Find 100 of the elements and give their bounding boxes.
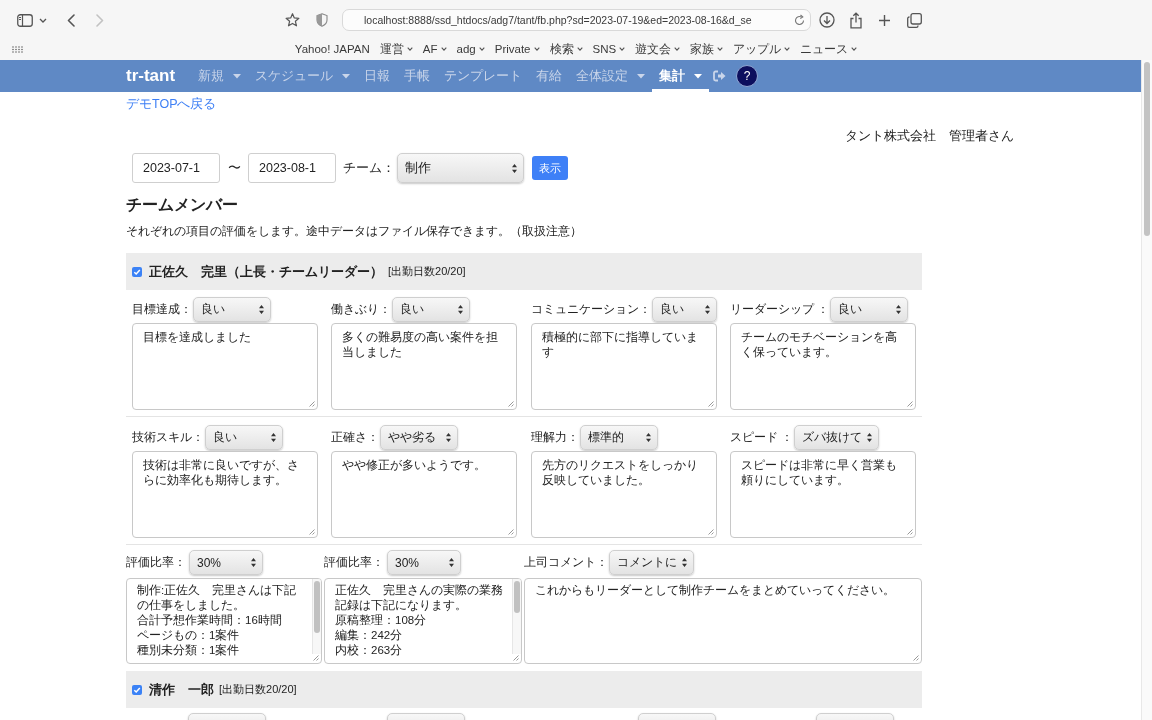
rating-select[interactable]: 良い — [392, 297, 471, 322]
comment-field[interactable]: やや修正が多いようです。 — [331, 451, 518, 538]
comment-select[interactable]: コメントに — [609, 550, 694, 575]
star-icon[interactable] — [285, 13, 300, 27]
caret-icon[interactable] — [342, 73, 351, 79]
chevron-down-icon[interactable] — [784, 47, 791, 51]
scrollbar[interactable] — [512, 579, 521, 654]
chevron-down-icon[interactable] — [478, 47, 485, 51]
chevron-down-icon[interactable] — [39, 17, 47, 23]
chevron-down-icon[interactable] — [674, 47, 681, 51]
apps-grid-icon[interactable] — [12, 45, 23, 53]
updown-arrows-icon[interactable] — [251, 558, 256, 567]
updown-arrows-icon[interactable] — [896, 305, 902, 314]
bookmark-item[interactable]: Yahoo! JAPAN — [294, 43, 370, 55]
bookmark-item[interactable]: ニュース — [800, 41, 858, 57]
resize-grip-icon[interactable] — [308, 528, 315, 535]
rating-select[interactable]: ズバ抜けて — [794, 425, 880, 450]
chevron-down-icon[interactable] — [619, 47, 626, 51]
updown-arrows-icon[interactable] — [271, 433, 276, 442]
bookmark-item[interactable]: 家族 — [690, 41, 724, 57]
updown-arrows-icon[interactable] — [867, 433, 873, 442]
sidebar-icon[interactable] — [17, 13, 33, 27]
scrollbar[interactable] — [312, 579, 321, 654]
bookmark-item[interactable]: 遊文会 — [635, 41, 681, 57]
resize-grip-icon[interactable] — [512, 654, 519, 661]
reload-icon[interactable] — [794, 14, 805, 26]
chevron-down-icon[interactable] — [717, 47, 724, 51]
show-button[interactable]: 表示 — [532, 156, 568, 180]
rating-select[interactable]: 良い — [830, 297, 909, 322]
share-icon[interactable] — [849, 11, 863, 29]
updown-arrows-icon[interactable] — [512, 163, 517, 173]
updown-arrows-icon[interactable] — [682, 558, 687, 567]
back-icon[interactable] — [67, 13, 75, 27]
scrollbar-thumb[interactable] — [514, 581, 520, 613]
bookmark-item[interactable]: AF — [422, 43, 447, 55]
bookmark-item[interactable]: adg — [456, 43, 485, 55]
updown-arrows-icon[interactable] — [645, 433, 651, 442]
updown-arrows-icon[interactable] — [446, 433, 452, 442]
note-field[interactable]: 正佐久 完里さんの実際の業務記録は下記になります。 原稿整理：108分 編集：242分 内校：263分 — [324, 578, 522, 664]
bookmark-item[interactable]: 運営 — [379, 41, 413, 57]
chevron-down-icon[interactable] — [406, 47, 413, 51]
comment-field[interactable]: スピードは非常に早く営業も頼りにしています。 — [730, 451, 916, 538]
bookmark-item[interactable]: Private — [494, 43, 540, 55]
updown-arrows-icon[interactable] — [704, 305, 710, 314]
date-field[interactable]: 2023-07-1 — [132, 153, 220, 183]
brand-logo[interactable]: tr-tant — [126, 66, 176, 86]
criterion-label: 働きぶり： — [331, 301, 392, 318]
bookmark-item[interactable]: 検索 — [549, 41, 583, 57]
back-link[interactable]: デモTOPへ戻る — [126, 97, 217, 111]
rating-select[interactable]: 良い — [651, 297, 717, 322]
caret-icon[interactable] — [694, 73, 703, 79]
rating-select[interactable]: やや劣る — [380, 425, 459, 450]
resize-grip-icon[interactable] — [308, 400, 315, 407]
logout-icon[interactable] — [713, 70, 727, 82]
resize-grip-icon[interactable] — [507, 400, 515, 407]
chevron-down-icon[interactable] — [576, 47, 583, 51]
comment-field[interactable]: これからもリーダーとして制作チームをまとめていってください。 — [524, 578, 922, 664]
comment-field[interactable]: 多くの難易度の高い案件を担当しました — [331, 323, 518, 410]
comment-field[interactable]: 目標を達成しました — [132, 323, 318, 410]
resize-grip-icon[interactable] — [906, 528, 913, 535]
address-bar[interactable]: localhost:8888/ssd_htdocs/adg7/tant/fb.php?sd=2023-07-19&ed=2023-08-16&d_se — [342, 9, 811, 31]
comment-field[interactable]: 先方のリクエストをしっかり反映していました。 — [530, 451, 717, 538]
comment-field[interactable]: 積極的に部下に指導しています — [530, 323, 717, 410]
scrollbar-thumb[interactable] — [314, 581, 320, 633]
bookmark-item[interactable]: アップル — [733, 41, 791, 57]
resize-grip-icon[interactable] — [912, 654, 919, 661]
caret-icon[interactable] — [637, 73, 646, 79]
updown-arrows-icon[interactable] — [449, 558, 454, 567]
plus-icon[interactable] — [878, 13, 891, 27]
updown-arrows-icon[interactable] — [458, 305, 464, 314]
resize-grip-icon[interactable] — [312, 654, 319, 661]
comment-field[interactable]: 技術は非常に良いですが、さらに効率化も期待します。 — [132, 451, 318, 538]
updown-arrows-icon[interactable] — [259, 305, 264, 314]
date-field[interactable]: 2023-08-1 — [248, 153, 336, 183]
resize-grip-icon[interactable] — [706, 528, 714, 535]
chevron-down-icon[interactable] — [533, 47, 540, 51]
ratio-select[interactable]: 30% — [387, 550, 461, 575]
note-field[interactable]: 制作:正佐久 完里さんは下記の仕事をしました。 合計予想作業時間：16時間 ページもの：1案件 種別未分類：1案件 — [126, 578, 322, 664]
comment-field[interactable]: チームのモチベーションを高く保っています。 — [730, 323, 916, 410]
scrollbar-thumb[interactable] — [1144, 62, 1150, 236]
checkbox[interactable] — [132, 684, 142, 695]
checkbox[interactable] — [132, 266, 142, 277]
chevron-down-icon[interactable] — [440, 47, 447, 51]
download-icon[interactable] — [819, 12, 835, 28]
rating-select[interactable]: 良い — [193, 297, 271, 322]
tabs-icon[interactable] — [907, 12, 922, 28]
page-scrollbar[interactable] — [1141, 60, 1152, 720]
shield-icon[interactable] — [316, 13, 328, 27]
team-select[interactable]: 制作 — [397, 153, 524, 183]
bookmark-item[interactable]: SNS — [592, 43, 626, 55]
resize-grip-icon[interactable] — [507, 528, 515, 535]
ratio-select[interactable]: 30% — [189, 550, 263, 575]
resize-grip-icon[interactable] — [906, 400, 913, 407]
resize-grip-icon[interactable] — [706, 400, 714, 407]
rating-select[interactable]: 良い — [205, 425, 283, 450]
caret-icon[interactable] — [233, 73, 242, 79]
help-button[interactable]: ? — [736, 65, 759, 87]
chevron-down-icon[interactable] — [851, 47, 858, 51]
rating-select[interactable]: 標準的 — [579, 425, 658, 450]
nav-menu-item[interactable]: 集計 — [652, 60, 710, 92]
